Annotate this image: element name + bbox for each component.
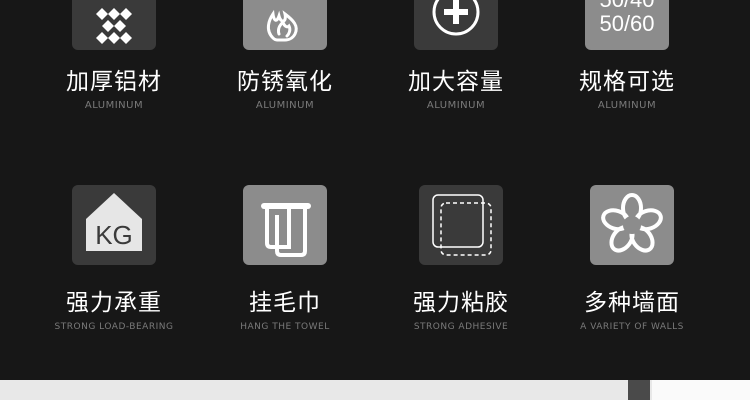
feature-subtitle: ALUMINUM [84,100,144,111]
features-panel: 加厚铝材 ALUMINUM 防锈氧化 ALUMINUM 加大容量 ALUMINU… [0,0,750,380]
size-option-line: 50/60 [599,11,654,36]
feature-tile: KG [72,185,156,265]
feature-tile [414,0,498,50]
feature-subtitle: A VARIETY OF WALLS [580,322,684,332]
feature-hang-towel: 挂毛巾 HANG THE TOWEL [195,185,375,333]
feature-subtitle: STRONG LOAD-BEARING [54,322,174,332]
feature-size-options: 50/40 50/60 规格可选 ALUMINUM [537,0,717,112]
feature-title: 防锈氧化 [237,69,333,95]
kg-label: KG [95,220,133,250]
kg-weight-icon: KG [86,193,142,251]
feature-title: 规格可选 [579,69,675,95]
feature-subtitle: HANG THE TOWEL [240,322,330,332]
feature-thick-aluminum: 加厚铝材 ALUMINUM [24,0,204,112]
feature-title: 加厚铝材 [66,69,162,95]
product-edge [628,380,650,400]
feature-title: 加大容量 [408,69,504,95]
feature-title: 强力粘胶 [413,290,509,316]
feature-subtitle: ALUMINUM [255,100,315,111]
feature-tile [590,185,674,265]
size-options-icon: 50/40 50/60 [599,0,654,36]
feature-subtitle: STRONG ADHESIVE [413,322,509,332]
feature-large-capacity: 加大容量 ALUMINUM [366,0,546,112]
feature-load-bearing: KG 强力承重 STRONG LOAD-BEARING [24,185,204,333]
flower-icon [601,193,663,253]
plus-circle-icon [432,0,480,36]
flame-icon [266,9,298,42]
feature-anti-rust: 防锈氧化 ALUMINUM [195,0,375,112]
feature-title: 强力承重 [66,290,162,316]
feature-title: 挂毛巾 [249,290,321,316]
feature-tile [243,185,327,265]
feature-tile [72,0,156,50]
feature-tile [419,185,503,265]
next-section-strip [0,380,750,400]
feature-wall-types: 多种墙面 A VARIETY OF WALLS [542,185,722,333]
diamond-grid-icon [96,8,132,44]
feature-subtitle: ALUMINUM [426,100,486,111]
adhesive-pad-icon [432,194,492,256]
feature-title: 多种墙面 [584,290,680,316]
white-frame [652,380,750,400]
feature-tile: 50/40 50/60 [585,0,669,50]
feature-subtitle: ALUMINUM [597,100,657,111]
feature-strong-adhesive: 强力粘胶 STRONG ADHESIVE [371,185,551,333]
feature-tile [243,0,327,50]
towel-icon [261,203,311,257]
